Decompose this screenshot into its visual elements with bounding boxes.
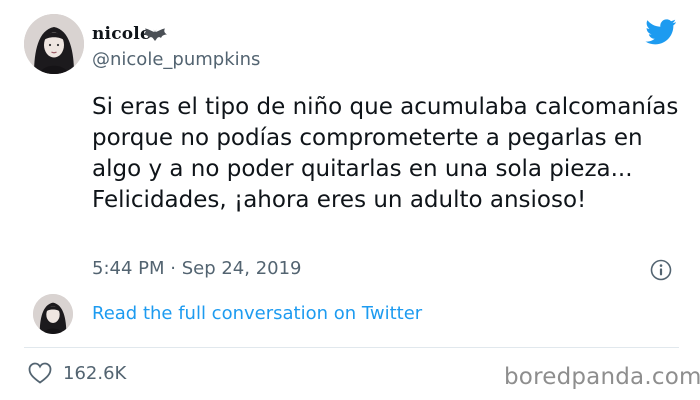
user-handle[interactable]: @nicole_pumpkins xyxy=(92,49,260,70)
tweet-card: nicole @nicole_pumpkins Si eras el tipo … xyxy=(0,0,700,400)
divider xyxy=(24,347,679,348)
tweet-text: Si eras el tipo de niño que acumulaba ca… xyxy=(92,94,679,213)
info-icon[interactable] xyxy=(650,259,672,281)
twitter-bird-icon[interactable] xyxy=(645,19,677,45)
tweet-timestamp[interactable]: 5:44 PM · Sep 24, 2019 xyxy=(92,258,302,279)
reply-avatar xyxy=(33,294,73,334)
heart-icon[interactable] xyxy=(28,362,52,384)
watermark: boredpanda.com xyxy=(504,364,700,390)
read-conversation-link[interactable]: Read the full conversation on Twitter xyxy=(92,303,422,324)
user-avatar[interactable] xyxy=(24,14,84,74)
bat-icon xyxy=(143,28,167,41)
like-count[interactable]: 162.6K xyxy=(63,363,126,384)
